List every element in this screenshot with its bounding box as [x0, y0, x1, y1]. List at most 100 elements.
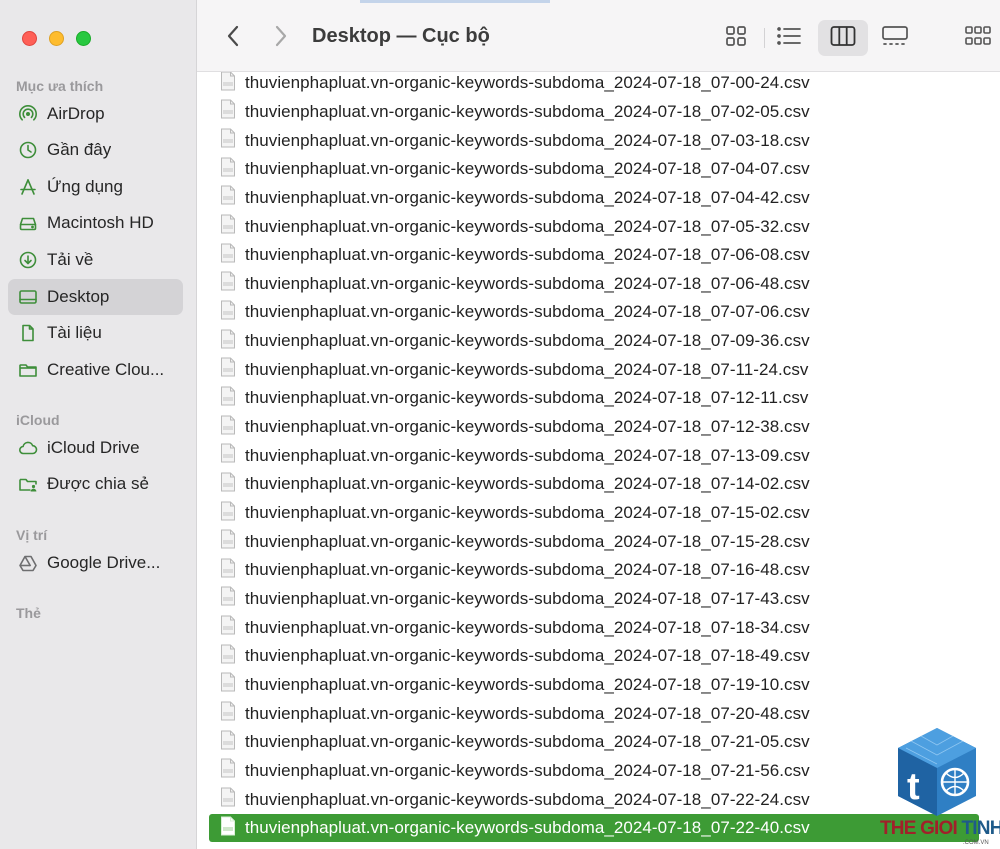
file-row[interactable]: thuvienphapluat.vn-organic-keywords-subd…: [209, 184, 984, 213]
toolbar-highlight: [360, 0, 550, 3]
csv-file-icon: [219, 586, 245, 611]
csv-file-icon: [219, 644, 245, 669]
file-name: thuvienphapluat.vn-organic-keywords-subd…: [245, 302, 810, 322]
back-button[interactable]: [221, 24, 245, 52]
file-name: thuvienphapluat.vn-organic-keywords-subd…: [245, 560, 810, 580]
file-row[interactable]: thuvienphapluat.vn-organic-keywords-subd…: [209, 642, 984, 671]
document-icon: [18, 323, 38, 343]
file-row[interactable]: thuvienphapluat.vn-organic-keywords-subd…: [209, 155, 984, 184]
file-name: thuvienphapluat.vn-organic-keywords-subd…: [245, 617, 810, 637]
sidebar-item-label: Tải về: [47, 250, 94, 269]
file-name: thuvienphapluat.vn-organic-keywords-subd…: [245, 101, 810, 121]
file-name: thuvienphapluat.vn-organic-keywords-subd…: [245, 531, 810, 551]
csv-file-icon: [219, 386, 245, 411]
file-row[interactable]: thuvienphapluat.vn-organic-keywords-subd…: [209, 499, 984, 528]
close-window-button[interactable]: [22, 31, 37, 46]
csv-file-icon: [219, 443, 245, 468]
sidebar-item-label: Gần đây: [47, 140, 112, 159]
list-icon: [776, 26, 802, 51]
watermark-text-part2: TINHOC: [961, 818, 1000, 839]
file-row[interactable]: thuvienphapluat.vn-organic-keywords-subd…: [209, 241, 984, 270]
sidebar-item-applications[interactable]: Ứng dụng: [8, 169, 183, 205]
sidebar-item-creative-cloud[interactable]: Creative Clou...: [8, 352, 183, 388]
file-row[interactable]: thuvienphapluat.vn-organic-keywords-subd…: [209, 813, 979, 843]
file-row[interactable]: thuvienphapluat.vn-organic-keywords-subd…: [209, 441, 984, 470]
sidebar-section-favorites-title: Mục ưa thích: [16, 78, 104, 94]
csv-file-icon: [219, 357, 245, 382]
csv-file-icon: [219, 758, 245, 783]
airdrop-icon: [18, 104, 38, 124]
file-name: thuvienphapluat.vn-organic-keywords-subd…: [245, 130, 810, 150]
sidebar-item-label: Desktop: [47, 287, 110, 306]
sidebar-item-label: AirDrop: [47, 104, 105, 123]
file-row[interactable]: thuvienphapluat.vn-organic-keywords-subd…: [209, 72, 984, 98]
file-row[interactable]: thuvienphapluat.vn-organic-keywords-subd…: [209, 384, 984, 413]
sidebar-item-recents[interactable]: Gần đây: [8, 132, 183, 168]
file-row[interactable]: thuvienphapluat.vn-organic-keywords-subd…: [209, 470, 984, 499]
sidebar-item-google-drive[interactable]: Google Drive...: [8, 545, 183, 581]
sidebar-section-icloud-title: iCloud: [16, 412, 60, 428]
file-name: thuvienphapluat.vn-organic-keywords-subd…: [245, 474, 810, 494]
csv-file-icon: [219, 730, 245, 755]
group-grid-icon: [964, 25, 994, 52]
sidebar-item-downloads[interactable]: Tải về: [8, 242, 183, 278]
file-row[interactable]: thuvienphapluat.vn-organic-keywords-subd…: [209, 98, 984, 127]
column-view-button[interactable]: [818, 20, 868, 56]
grid-icon: [725, 25, 747, 52]
sidebar-item-documents[interactable]: Tài liệu: [8, 315, 183, 351]
group-button[interactable]: [964, 20, 1000, 56]
file-name: thuvienphapluat.vn-organic-keywords-subd…: [245, 445, 810, 465]
csv-file-icon: [219, 615, 245, 640]
file-row[interactable]: thuvienphapluat.vn-organic-keywords-subd…: [209, 728, 984, 757]
csv-file-icon: [219, 558, 245, 583]
maximize-window-button[interactable]: [76, 31, 91, 46]
file-row[interactable]: thuvienphapluat.vn-organic-keywords-subd…: [209, 556, 984, 585]
file-row[interactable]: thuvienphapluat.vn-organic-keywords-subd…: [209, 327, 984, 356]
minimize-window-button[interactable]: [49, 31, 64, 46]
list-view-button[interactable]: [764, 20, 814, 56]
watermark-subtext: .COM.VN: [963, 840, 989, 846]
file-row[interactable]: thuvienphapluat.vn-organic-keywords-subd…: [209, 356, 984, 385]
file-name: thuvienphapluat.vn-organic-keywords-subd…: [245, 273, 810, 293]
sidebar-item-airdrop[interactable]: AirDrop: [8, 96, 183, 132]
file-row[interactable]: thuvienphapluat.vn-organic-keywords-subd…: [209, 126, 984, 155]
sidebar-item-shared[interactable]: Được chia sẻ: [8, 466, 183, 502]
csv-file-icon: [219, 816, 245, 841]
clock-icon: [18, 140, 38, 160]
sidebar: Mục ưa thích AirDrop Gần đây Ứng dụng Ma…: [0, 0, 197, 849]
file-name: thuvienphapluat.vn-organic-keywords-subd…: [245, 789, 810, 809]
toolbar: Desktop — Cục bộ: [197, 0, 1000, 72]
file-name: thuvienphapluat.vn-organic-keywords-subd…: [245, 503, 810, 523]
file-row[interactable]: thuvienphapluat.vn-organic-keywords-subd…: [209, 212, 984, 241]
file-name: thuvienphapluat.vn-organic-keywords-subd…: [245, 760, 810, 780]
file-row[interactable]: thuvienphapluat.vn-organic-keywords-subd…: [209, 527, 984, 556]
forward-button[interactable]: [269, 24, 293, 52]
file-name: thuvienphapluat.vn-organic-keywords-subd…: [245, 732, 810, 752]
csv-file-icon: [219, 271, 245, 296]
sidebar-item-macintosh-hd[interactable]: Macintosh HD: [8, 205, 183, 241]
file-row[interactable]: thuvienphapluat.vn-organic-keywords-subd…: [209, 671, 984, 700]
file-row[interactable]: thuvienphapluat.vn-organic-keywords-subd…: [209, 270, 984, 299]
window-title: Desktop — Cục bộ: [312, 25, 490, 47]
csv-file-icon: [219, 329, 245, 354]
file-row[interactable]: thuvienphapluat.vn-organic-keywords-subd…: [209, 757, 984, 786]
file-row[interactable]: thuvienphapluat.vn-organic-keywords-subd…: [209, 413, 984, 442]
watermark-text: THE GIOI TINHOC: [880, 818, 1000, 840]
file-row[interactable]: thuvienphapluat.vn-organic-keywords-subd…: [209, 785, 984, 814]
file-row[interactable]: thuvienphapluat.vn-organic-keywords-subd…: [209, 613, 984, 642]
file-row[interactable]: thuvienphapluat.vn-organic-keywords-subd…: [209, 699, 984, 728]
file-row[interactable]: thuvienphapluat.vn-organic-keywords-subd…: [209, 298, 984, 327]
folder-icon: [18, 360, 38, 380]
columns-icon: [830, 25, 856, 52]
csv-file-icon: [219, 185, 245, 210]
icon-view-button[interactable]: [711, 20, 761, 56]
sidebar-item-desktop[interactable]: Desktop: [8, 279, 183, 315]
svg-text:t: t: [907, 766, 920, 808]
file-name: thuvienphapluat.vn-organic-keywords-subd…: [245, 187, 810, 207]
sidebar-item-label: Ứng dụng: [47, 177, 123, 196]
applications-icon: [18, 177, 38, 197]
gallery-view-button[interactable]: [870, 20, 920, 56]
file-row[interactable]: thuvienphapluat.vn-organic-keywords-subd…: [209, 585, 984, 614]
sidebar-item-label: Google Drive...: [47, 553, 161, 572]
sidebar-item-icloud-drive[interactable]: iCloud Drive: [8, 430, 183, 466]
